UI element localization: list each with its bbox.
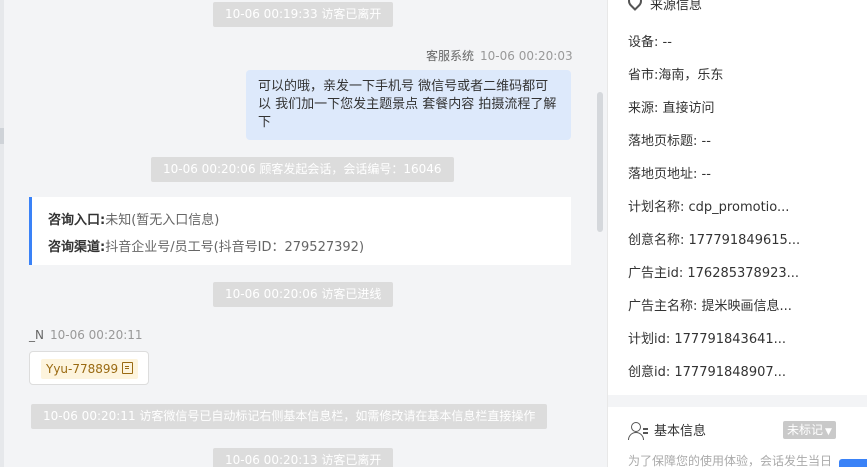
consult-channel-value: 抖音企业号/员工号(抖音号ID：279527392)	[105, 240, 365, 255]
agent-message-meta: 客服系统 10-06 00:20:03	[426, 47, 573, 64]
consult-entry-row: 咨询入口:未知(暂无入口信息)	[48, 207, 555, 234]
agent-message-time: 10-06 00:20:03	[480, 49, 573, 63]
visitor-message-time: 10-06 00:20:11	[49, 328, 143, 342]
info-row-landing-title: 落地页标题: --	[628, 130, 711, 149]
section-divider	[608, 395, 867, 407]
system-message-auto-mark: 10-06 00:20:11 访客微信号已自动标记右侧基本信息栏，如需修改请在基…	[31, 404, 548, 429]
info-value: 海南，乐东	[658, 68, 724, 83]
info-row-advertiser-id: 广告主id: 176285378923...	[628, 262, 799, 281]
source-info-header: 来源信息	[625, 0, 703, 13]
info-key: 落地页地址:	[628, 167, 698, 182]
visitor-message-meta: _N 10-06 00:20:11	[29, 328, 143, 342]
floating-action-button[interactable]	[839, 459, 867, 467]
info-key: 落地页标题:	[628, 134, 698, 149]
system-message-visitor-left: 10-06 00:19:33 访客已离开	[213, 2, 394, 27]
info-sidebar: 来源信息 设备: -- 省市:海南，乐东 来源: 直接访问 落地页标题: -- …	[607, 0, 867, 467]
chat-scrollbar[interactable]	[595, 0, 607, 467]
info-row-source: 来源: 直接访问	[628, 97, 715, 116]
source-info-title: 来源信息	[650, 0, 703, 13]
info-value: --	[662, 35, 672, 50]
info-value: --	[701, 134, 711, 149]
copy-icon[interactable]	[122, 362, 134, 374]
info-key: 创意名称:	[628, 233, 685, 248]
info-key: 设备:	[628, 35, 659, 50]
system-message-session-start: 10-06 00:20:06 顾客发起会话，会话编号：16046	[151, 157, 454, 182]
consult-channel-row: 咨询渠道:抖音企业号/员工号(抖音号ID：279527392)	[48, 234, 555, 261]
info-value: --	[701, 167, 711, 182]
info-key: 广告主名称:	[628, 299, 698, 314]
mark-status-dropdown[interactable]: 未标记 ▼	[783, 421, 836, 439]
info-row-plan-name: 计划名称: cdp_promotio...	[628, 196, 789, 215]
user-info-icon	[628, 422, 648, 440]
consult-entry-value: 未知(暂无入口信息)	[105, 213, 220, 228]
basic-info-header: 基本信息	[628, 420, 707, 440]
info-row-creative-id: 创意id: 177791848907...	[628, 361, 786, 380]
info-value: 177791849615...	[688, 233, 801, 248]
chat-panel: 10-06 00:19:33 访客已离开 客服系统 10-06 00:20:03 …	[4, 0, 595, 467]
info-value: 提米映画信息...	[701, 299, 792, 314]
usage-tip-text: 为了保障您的使用体验，会话发生当日	[628, 454, 833, 467]
info-value: 176285378923...	[687, 266, 800, 281]
location-pin-icon	[625, 0, 645, 11]
system-message-visitor-enter: 10-06 00:20:06 访客已进线	[213, 282, 394, 307]
caret-down-icon: ▼	[825, 427, 832, 437]
info-key: 计划id:	[628, 332, 671, 347]
info-row-plan-id: 计划id: 177791843641...	[628, 328, 786, 347]
info-key: 来源:	[628, 101, 659, 116]
info-key: 计划名称:	[628, 200, 685, 215]
consult-info-card: 咨询入口:未知(暂无入口信息) 咨询渠道:抖音企业号/员工号(抖音号ID：279…	[29, 197, 571, 265]
info-key: 省市:	[628, 68, 659, 83]
info-row-landing-url: 落地页地址: --	[628, 163, 711, 182]
agent-message-bubble: 可以的哦，亲发一下手机号 微信号或者二维码都可以 我们加一下您发主题景点 套餐内…	[246, 70, 571, 140]
info-value: 直接访问	[662, 101, 715, 116]
visitor-name: _N	[29, 328, 44, 342]
info-key: 创意id:	[628, 365, 671, 380]
consult-channel-label: 咨询渠道:	[48, 240, 106, 255]
system-message-visitor-left-2: 10-06 00:20:13 访客已离开	[213, 448, 394, 467]
mark-status-label: 未标记	[787, 423, 824, 437]
info-value: cdp_promotio...	[688, 200, 790, 215]
info-value: 177791843641...	[674, 332, 787, 347]
info-row-device: 设备: --	[628, 31, 672, 50]
info-row-province: 省市:海南，乐东	[628, 64, 723, 83]
wechat-id-tag[interactable]: Yyu-778899	[41, 359, 139, 379]
info-row-advertiser-name: 广告主名称: 提米映画信息...	[628, 295, 792, 314]
info-key: 广告主id:	[628, 266, 684, 281]
info-row-creative-name: 创意名称: 177791849615...	[628, 229, 800, 248]
agent-name: 客服系统	[426, 49, 475, 63]
info-value: 177791848907...	[674, 365, 787, 380]
basic-info-title: 基本信息	[654, 424, 707, 439]
consult-entry-label: 咨询入口:	[48, 213, 106, 228]
scrollbar-thumb[interactable]	[597, 92, 603, 232]
visitor-message-bubble: Yyu-778899	[29, 351, 149, 385]
wechat-id-text: Yyu-778899	[46, 362, 119, 376]
